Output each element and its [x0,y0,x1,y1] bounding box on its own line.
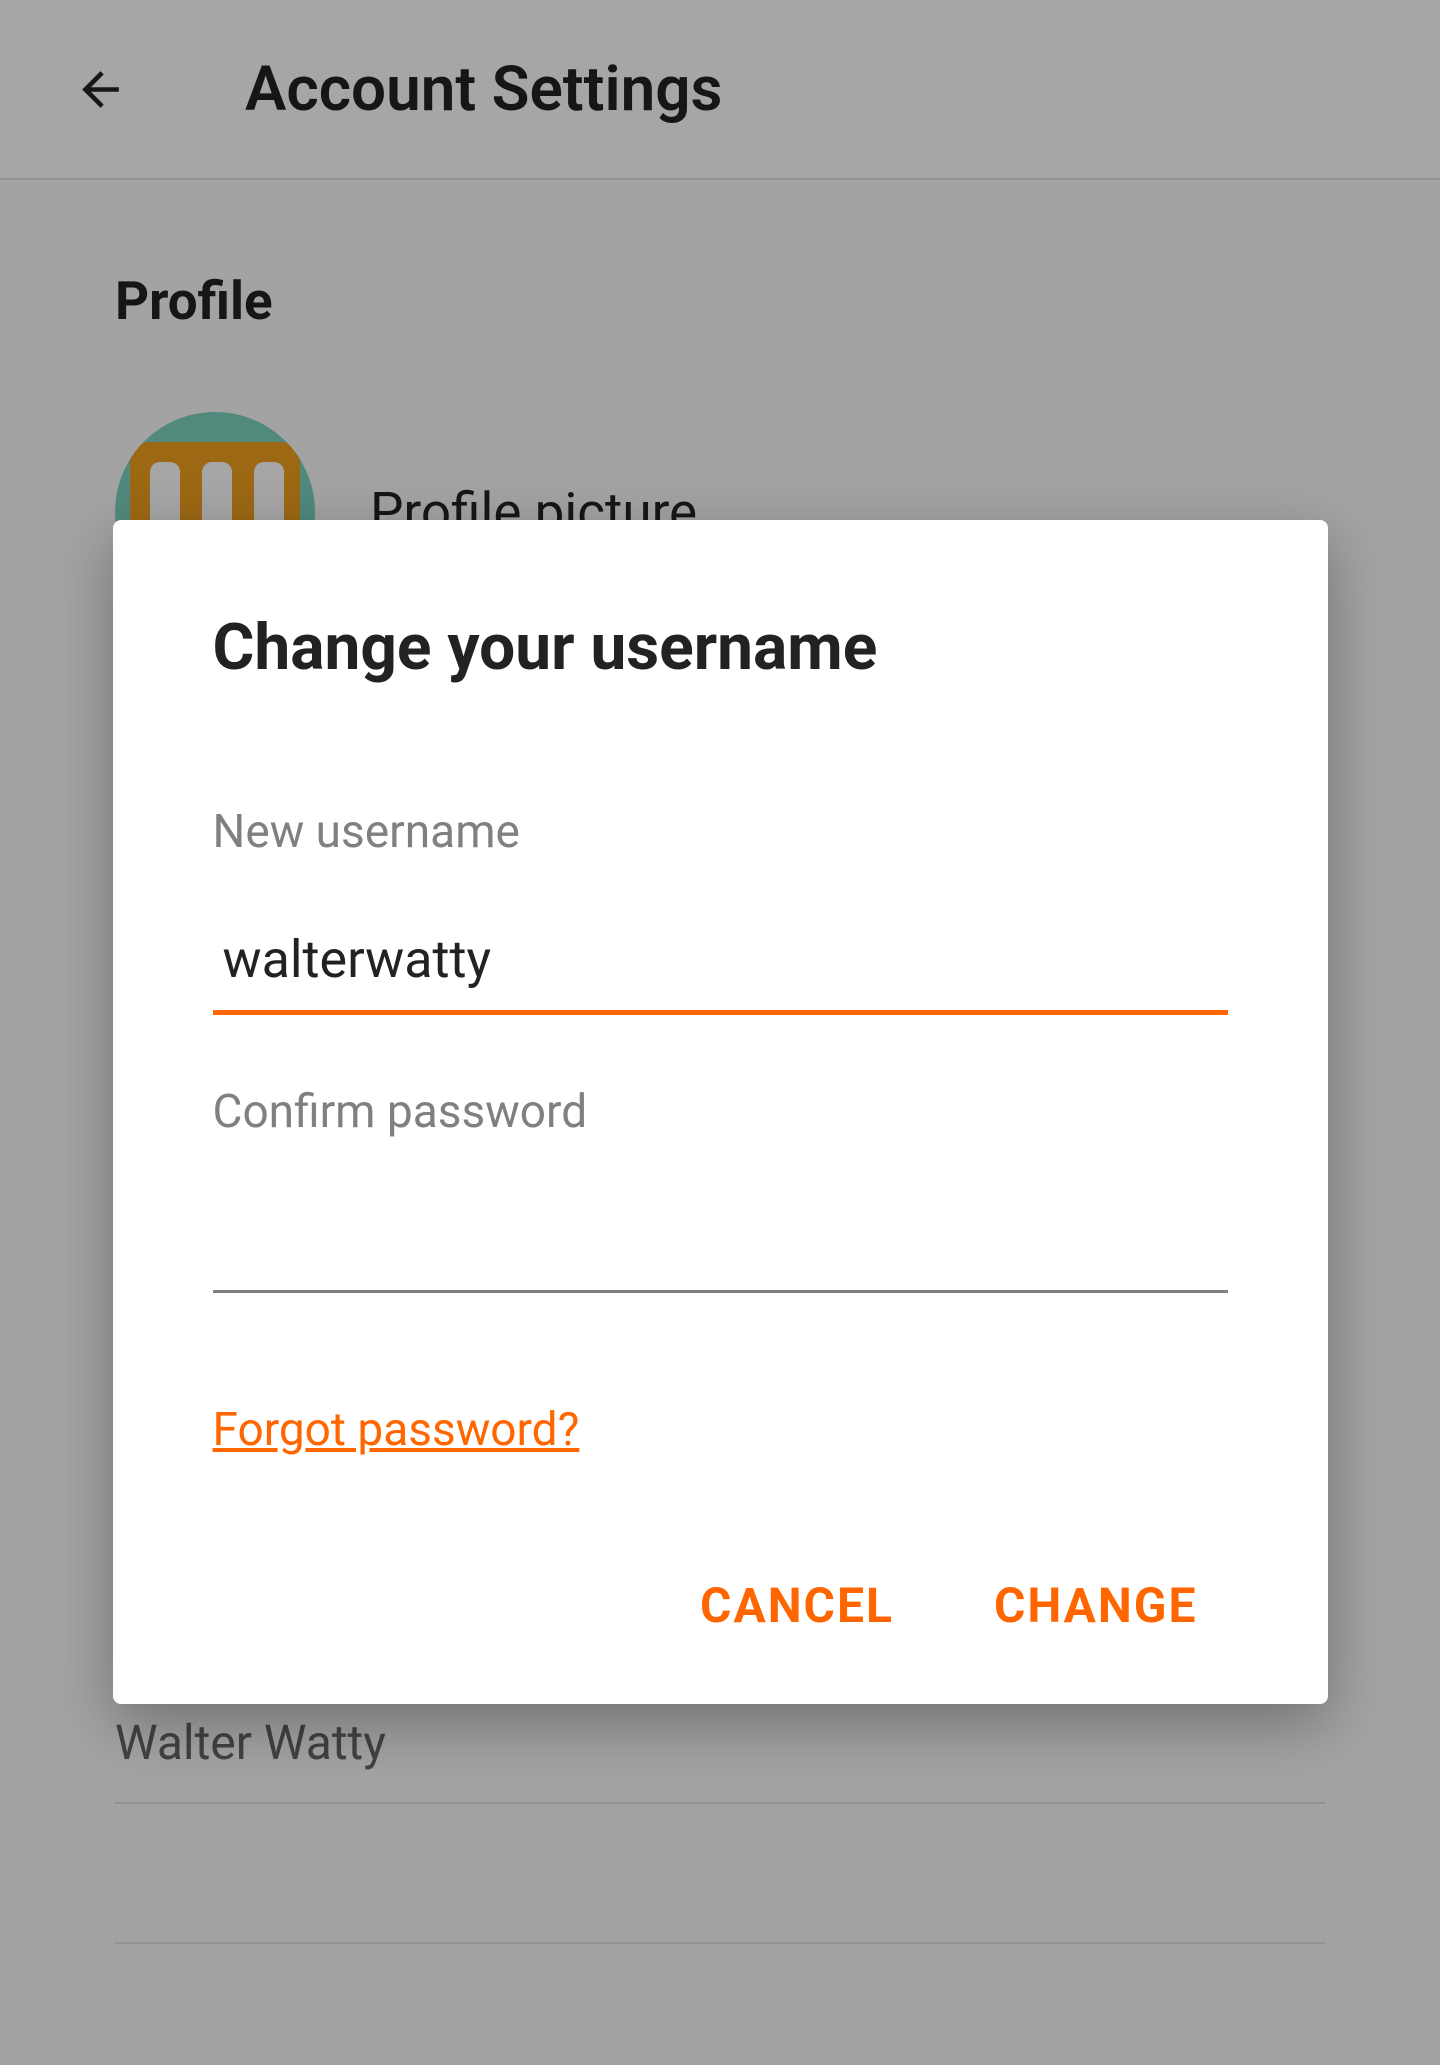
confirm-password-input[interactable] [213,1189,1228,1293]
confirm-password-label: Confirm password [213,1085,1228,1139]
new-username-input[interactable] [213,909,1228,1015]
dialog-title: Change your username [213,610,1228,685]
change-username-dialog: Change your username New username Confir… [113,520,1328,1704]
modal-overlay[interactable]: Change your username New username Confir… [0,0,1440,2065]
cancel-button[interactable]: CANCEL [700,1577,894,1634]
new-username-label: New username [213,805,1228,859]
change-button[interactable]: CHANGE [994,1577,1198,1634]
dialog-actions: CANCEL CHANGE [213,1577,1228,1634]
forgot-password-link[interactable]: Forgot password? [213,1403,580,1457]
